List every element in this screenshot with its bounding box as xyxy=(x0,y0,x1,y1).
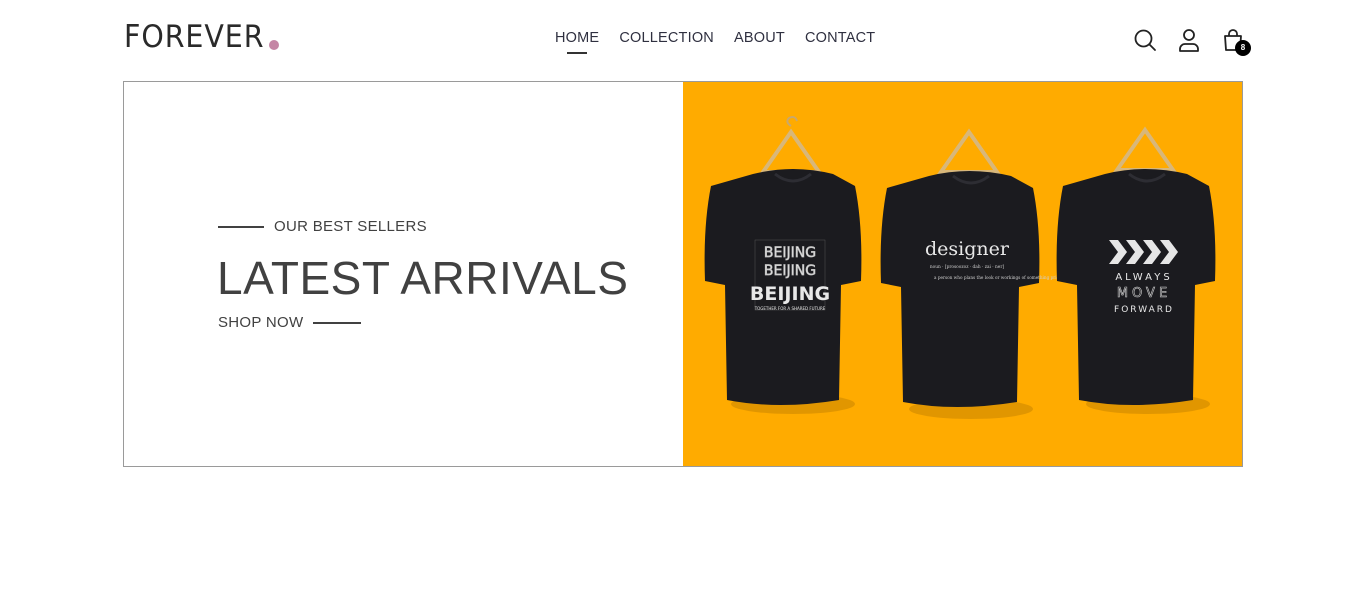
hero-tagline-text: OUR BEST SELLERS xyxy=(274,218,427,235)
tshirt-beijing: BEIJING BEIJING BEIJING TOGETHER FOR A S… xyxy=(704,116,861,405)
tagline-divider xyxy=(218,225,264,228)
cart-count-badge: 8 xyxy=(1235,40,1251,56)
hero-image: BEIJING BEIJING BEIJING TOGETHER FOR A S… xyxy=(682,82,1242,466)
brand-name: FOREVER xyxy=(124,19,265,55)
shirt2-print-sub: noun · [prosoozoz · dah · zai · ner] xyxy=(929,265,1003,270)
shirt3-print-line3: FORWARD xyxy=(1114,305,1174,315)
hero-tshirts-image: BEIJING BEIJING BEIJING TOGETHER FOR A S… xyxy=(704,116,1215,419)
shop-now-divider xyxy=(313,321,362,324)
hero-banner: OUR BEST SELLERS LATEST ARRIVALS SHOP NO… xyxy=(123,81,1243,467)
user-icon[interactable] xyxy=(1177,28,1201,52)
svg-text:BEIJING: BEIJING xyxy=(763,245,815,261)
nav-collection[interactable]: COLLECTION xyxy=(619,28,714,48)
hero-title: LATEST ARRIVALS xyxy=(217,252,629,304)
nav-about[interactable]: ABOUT xyxy=(734,28,785,48)
site-header: FOREVER HOME COLLECTION ABOUT CONTACT 8 xyxy=(0,0,1366,80)
brand-logo[interactable]: FOREVER xyxy=(124,20,279,54)
header-actions: 8 xyxy=(1133,28,1251,56)
shirt3-print-line1: ALWAYS xyxy=(1115,272,1172,283)
main-nav: HOME COLLECTION ABOUT CONTACT xyxy=(555,28,895,48)
hero-tagline: OUR BEST SELLERS xyxy=(218,218,427,235)
shirt3-print-line2: MOVE xyxy=(1116,286,1170,301)
shirt1-print: BEIJING xyxy=(749,283,829,305)
brand-logo-dot xyxy=(268,40,279,50)
hero-text-panel: OUR BEST SELLERS LATEST ARRIVALS SHOP NO… xyxy=(124,82,683,466)
shopping-bag-icon[interactable]: 8 xyxy=(1221,28,1251,56)
shop-now-link[interactable]: SHOP NOW xyxy=(218,314,362,331)
shop-now-label: SHOP NOW xyxy=(218,314,304,331)
nav-contact[interactable]: CONTACT xyxy=(805,28,875,48)
nav-home[interactable]: HOME xyxy=(555,28,599,48)
shirt1-print-sub: TOGETHER FOR A SHARED FUTURE xyxy=(753,306,825,311)
search-icon[interactable] xyxy=(1133,28,1157,52)
svg-text:BEIJING: BEIJING xyxy=(763,263,815,279)
tshirt-always-move-forward: ALWAYS MOVE FORWARD xyxy=(1056,126,1215,405)
shirt2-print: designer xyxy=(925,238,1010,260)
